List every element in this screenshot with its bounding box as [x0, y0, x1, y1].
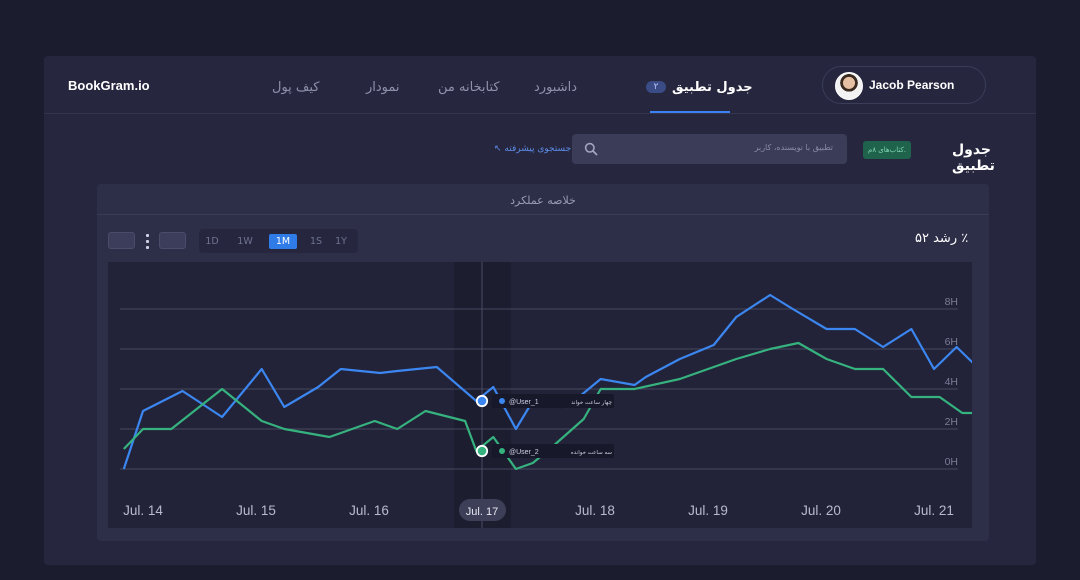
nav-item-chart[interactable]: نمودار [366, 80, 400, 95]
user-name: Jacob Pearson [869, 78, 955, 92]
tooltip-value: چهار ساعت خواند [571, 400, 612, 406]
brand-logo[interactable]: BookGram.io [68, 78, 150, 93]
y-tick-label: 8H [945, 296, 958, 308]
panel-title: خلاصه عملکرد [510, 194, 576, 207]
x-tick-label: Jul. 19 [688, 503, 728, 518]
hover-point-marker [475, 394, 489, 408]
active-tab-indicator [650, 111, 730, 113]
chart-option-button[interactable] [108, 232, 135, 249]
y-tick-label: 0H [945, 456, 958, 468]
advanced-search-link[interactable]: ↖ جستجوی پیشرفته [494, 144, 571, 154]
x-tick-label: Jul. 14 [123, 503, 163, 518]
x-tick-label: Jul. 17 [466, 506, 498, 518]
performance-summary-panel: خلاصه عملکرد رشد ۵۲ ٪ 1D 1W 1M 1S 1Y 0H 2… [97, 184, 989, 541]
line-chart-svg: 0H2H4H6H8HJul. 14 Jul. 15 Jul. 16 Jul. 17 Ju… [120, 262, 972, 528]
nav-item-dashboard[interactable]: داشبورد [534, 80, 577, 95]
tooltip-series-name: @User_2 [509, 449, 539, 456]
nav-item-my-library[interactable]: کتابخانه من [438, 80, 500, 95]
range-1d[interactable]: 1D [201, 234, 223, 249]
app-shell: BookGram.io کیف پول نمودار کتابخانه من د… [44, 56, 1036, 565]
search-icon [584, 142, 598, 156]
tooltip-series-name: @User_1 [509, 399, 539, 406]
tooltip-series-dot [499, 398, 505, 404]
status-badge: کتاب‌های ۸م. [863, 141, 911, 159]
panel-divider [97, 214, 989, 215]
x-tick-label: Jul. 20 [801, 503, 841, 518]
x-tick-label: Jul. 15 [236, 503, 276, 518]
nav-item-wallet[interactable]: کیف پول [272, 80, 319, 95]
nav-count-badge: ۲ [646, 81, 666, 93]
range-1s[interactable]: 1S [305, 234, 327, 249]
hover-point-marker [475, 444, 489, 458]
range-1w[interactable]: 1W [233, 234, 257, 249]
advanced-search-label: جستجوی پیشرفته [504, 144, 572, 154]
range-1y[interactable]: 1Y [330, 234, 352, 249]
page-title: جدول تطبیق [952, 142, 995, 174]
arrow-up-left-icon: ↖ [494, 144, 502, 154]
y-tick-label: 4H [945, 376, 958, 388]
tooltip-value: سه ساعت خوانده [571, 450, 612, 456]
performance-chart: 0H 2H 4H 6H 8H Jul. 14 Jul. 15 Jul. 16 Jul. 17 Ju… [108, 262, 972, 528]
growth-stat: رشد ۵۲ ٪ [915, 231, 969, 246]
x-tick-label: Jul. 16 [349, 503, 389, 518]
range-1m[interactable]: 1M [269, 234, 297, 249]
more-options-icon[interactable] [146, 234, 149, 249]
user-profile-button[interactable]: Jacob Pearson [822, 66, 986, 104]
series-line-1 [122, 293, 972, 470]
top-navigation-bar: BookGram.io کیف پول نمودار کتابخانه من د… [44, 56, 1036, 114]
x-tick-label: Jul. 18 [575, 503, 615, 518]
tooltip-series-dot [499, 448, 505, 454]
search-placeholder: تطبیق با نویسنده، کاربر [754, 143, 833, 152]
avatar [835, 72, 863, 100]
search-input[interactable]: تطبیق با نویسنده، کاربر [572, 134, 847, 164]
x-tick-label: Jul. 21 [914, 503, 954, 518]
y-tick-label: 2H [945, 416, 958, 428]
time-range-selector: 1D 1W 1M 1S 1Y [199, 229, 358, 253]
nav-item-match-table[interactable]: جدول تطبیق [672, 80, 753, 95]
chart-option-button[interactable] [159, 232, 186, 249]
